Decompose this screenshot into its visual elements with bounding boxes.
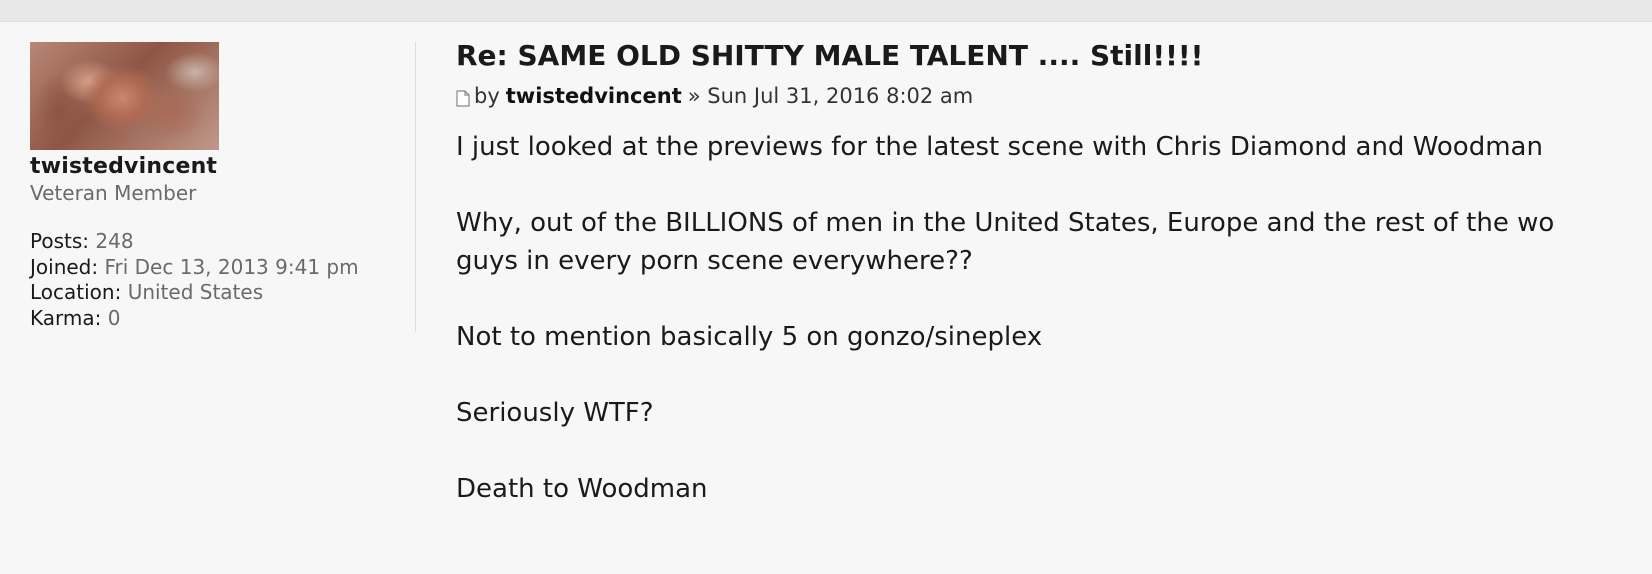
post-content: Re: SAME OLD SHITTY MALE TALENT .... Sti…	[456, 38, 1652, 546]
top-strip	[0, 0, 1652, 22]
post-paragraph: I just looked at the previews for the la…	[456, 128, 1652, 166]
stat-posts: Posts: 248	[30, 229, 410, 255]
post-body: I just looked at the previews for the la…	[456, 128, 1652, 508]
post-line: Why, out of the BILLIONS of men in the U…	[456, 208, 1555, 238]
post-paragraph: Seriously WTF?	[456, 394, 1652, 432]
post-line: guys in every porn scene everywhere??	[456, 246, 973, 276]
stat-label: Joined:	[30, 254, 99, 279]
post-author-line: by twistedvincent » Sun Jul 31, 2016 8:0…	[456, 84, 1652, 108]
user-rank: Veteran Member	[30, 181, 197, 205]
post-date: » Sun Jul 31, 2016 8:02 am	[687, 84, 974, 108]
post-author[interactable]: twistedvincent	[506, 84, 682, 108]
stat-location: Location: United States	[30, 280, 410, 306]
profile-divider	[415, 42, 416, 332]
by-label: by	[474, 84, 500, 108]
post-paragraph: Death to Woodman	[456, 470, 1652, 508]
stat-value: United States	[127, 280, 264, 304]
stat-label: Location:	[30, 280, 122, 304]
stat-value: Fri Dec 13, 2013 9:41 pm	[104, 254, 359, 279]
username[interactable]: twistedvincent	[30, 154, 410, 179]
post-line: I just looked at the previews for the la…	[456, 132, 1543, 162]
stat-label: Karma:	[30, 305, 102, 330]
stat-label: Posts:	[30, 229, 90, 253]
post-paragraph: Why, out of the BILLIONS of men in the U…	[456, 204, 1652, 280]
avatar[interactable]	[30, 42, 219, 150]
post-profile: twistedvincent Veteran Member Posts: 248…	[30, 42, 410, 331]
post-title[interactable]: Re: SAME OLD SHITTY MALE TALENT .... Sti…	[456, 38, 1652, 74]
post-line: Not to mention basically 5 on gonzo/sine…	[456, 322, 1043, 352]
post-line: Death to Woodman	[456, 474, 708, 504]
forum-post: twistedvincent Veteran Member Posts: 248…	[0, 22, 1652, 574]
stat-joined: Joined: Fri Dec 13, 2013 9:41 pm	[30, 255, 410, 281]
post-paragraph: Not to mention basically 5 on gonzo/sine…	[456, 318, 1652, 356]
post-line: Seriously WTF?	[456, 398, 654, 428]
stat-karma: Karma: 0	[30, 306, 410, 332]
profile-stats: Posts: 248 Joined: Fri Dec 13, 2013 9:41…	[30, 229, 410, 331]
post-icon[interactable]	[456, 88, 470, 107]
stat-value: 0	[107, 305, 121, 330]
stat-value[interactable]: 248	[95, 229, 133, 253]
